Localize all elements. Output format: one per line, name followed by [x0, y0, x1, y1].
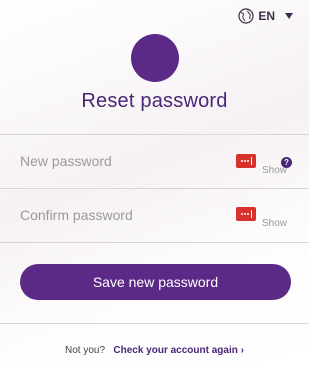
language-code: EN	[258, 9, 275, 23]
password-manager-icon[interactable]	[236, 207, 256, 221]
password-manager-icon[interactable]	[236, 154, 256, 168]
footer: Not you? Check your account again ›	[0, 345, 309, 356]
save-new-password-button[interactable]: Save new password	[20, 264, 291, 300]
confirm-password-field[interactable]: Confirm password	[0, 189, 309, 242]
divider	[0, 242, 309, 243]
check-account-link-label: Check your account again	[113, 345, 238, 356]
show-confirm-password-button[interactable]: Show	[262, 218, 287, 229]
language-selector[interactable]: EN	[238, 8, 293, 24]
globe-icon	[238, 8, 254, 24]
caret-down-icon	[285, 13, 293, 19]
new-password-field[interactable]: New password	[0, 135, 309, 188]
chevron-right-icon: ›	[240, 345, 244, 356]
page-title: Reset password	[81, 90, 228, 112]
footer-prompt: Not you?	[65, 345, 106, 356]
confirm-password-placeholder: Confirm password	[20, 207, 133, 223]
check-account-link[interactable]: Check your account again ›	[113, 345, 244, 356]
help-icon[interactable]: ?	[281, 157, 292, 168]
new-password-placeholder: New password	[20, 153, 112, 169]
divider	[0, 323, 309, 324]
avatar	[131, 34, 179, 82]
